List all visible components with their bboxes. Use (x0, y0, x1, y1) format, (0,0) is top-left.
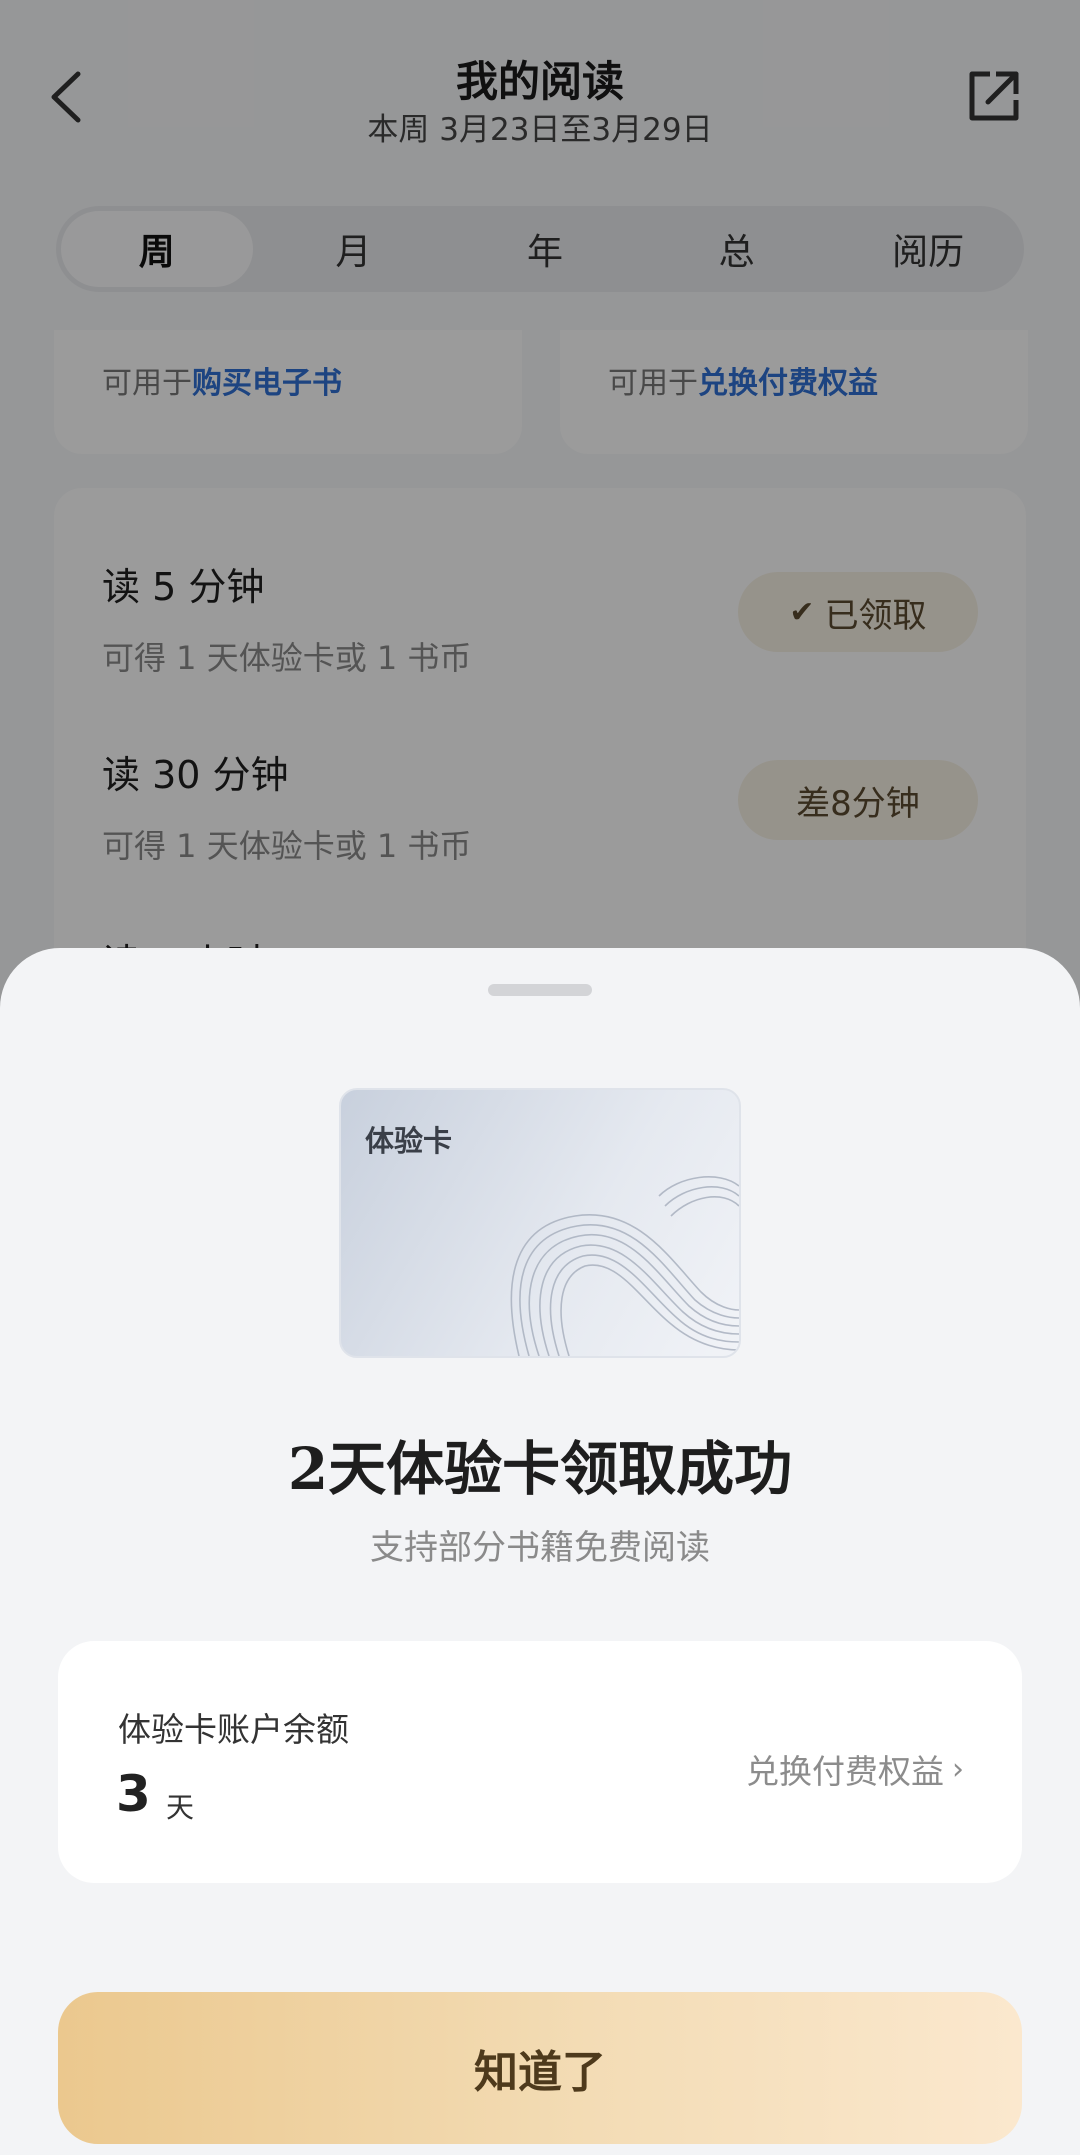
success-title: 2天体验卡领取成功 (287, 1435, 793, 1503)
balance-value: 3 (116, 1765, 151, 1823)
success-subtitle: 支持部分书籍免费阅读 (370, 1528, 710, 1568)
trial-card-label: 体验卡 (365, 1124, 453, 1158)
redeem-benefits-link[interactable]: 兑换付费权益 › (746, 1745, 964, 1793)
chevron-right-icon: › (952, 1751, 964, 1787)
balance-unit: 天 (166, 1791, 195, 1824)
redeem-benefits-label: 兑换付费权益 (746, 1752, 944, 1791)
trial-card-image: 体验卡 (339, 1088, 741, 1358)
bottom-sheet: 体验卡 2天体验卡领取成功 支持部分书籍免费阅读 体验卡账户余额 3 天 兑换付… (0, 948, 1080, 2155)
card-pattern-icon (510, 1176, 739, 1356)
confirm-button[interactable]: 知道了 (58, 1992, 1022, 2144)
balance-card: 体验卡账户余额 3 天 兑换付费权益 › (58, 1641, 1022, 1883)
sheet-drag-handle[interactable] (488, 984, 592, 996)
balance-label: 体验卡账户余额 (118, 1710, 349, 1749)
